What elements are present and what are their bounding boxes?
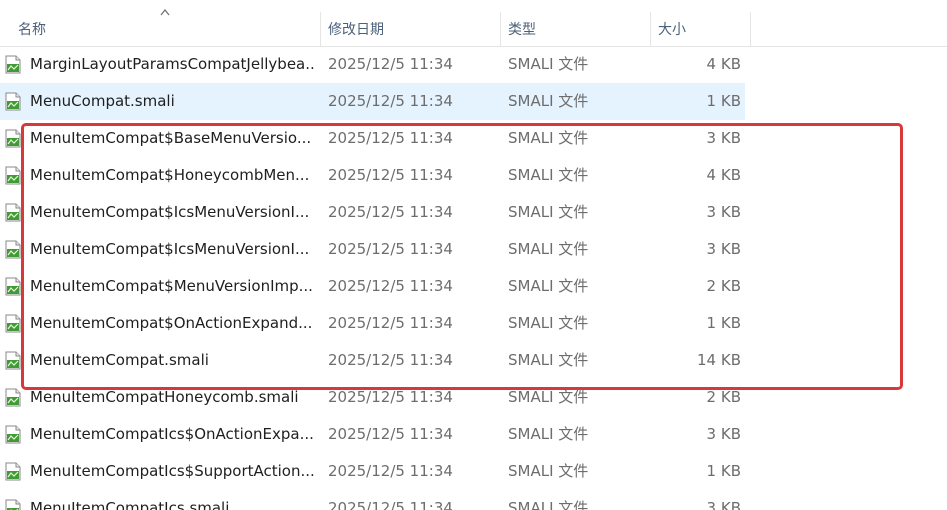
file-row[interactable]: MenuItemCompatIcs.smali 2025/12/5 11:34 … (0, 490, 745, 510)
column-divider[interactable] (750, 12, 751, 46)
column-divider[interactable] (320, 12, 321, 46)
file-name: MenuItemCompat$MenuVersionImp... (30, 277, 313, 295)
file-size: 3 KB (706, 240, 741, 258)
file-name: MenuItemCompat$OnActionExpand... (30, 314, 313, 332)
file-modified-date: 2025/12/5 11:34 (328, 425, 453, 443)
file-size: 4 KB (706, 55, 741, 73)
file-type: SMALI 文件 (508, 388, 589, 406)
smali-file-icon (5, 425, 21, 444)
smali-file-icon (5, 129, 21, 148)
file-modified-date: 2025/12/5 11:34 (328, 240, 453, 258)
file-type: SMALI 文件 (508, 462, 589, 480)
file-row[interactable]: MenuItemCompatIcs$OnActionExpa... 2025/1… (0, 416, 745, 453)
column-divider[interactable] (500, 12, 501, 46)
file-name: MenuItemCompat$IcsMenuVersionI... (30, 203, 310, 221)
file-row[interactable]: MenuCompat.smali 2025/12/5 11:34 SMALI 文… (0, 83, 745, 120)
smali-file-icon (5, 462, 21, 481)
file-modified-date: 2025/12/5 11:34 (328, 499, 453, 510)
file-name: MenuItemCompatIcs$OnActionExpa... (30, 425, 314, 443)
smali-file-icon (5, 92, 21, 111)
file-type: SMALI 文件 (508, 499, 589, 510)
smali-file-icon (5, 203, 21, 222)
file-type: SMALI 文件 (508, 277, 589, 295)
file-type: SMALI 文件 (508, 425, 589, 443)
file-row[interactable]: MenuItemCompat$OnActionExpand... 2025/12… (0, 305, 745, 342)
file-list: MarginLayoutParamsCompatJellybea... 2025… (0, 46, 947, 510)
file-type: SMALI 文件 (508, 166, 589, 184)
file-modified-date: 2025/12/5 11:34 (328, 277, 453, 295)
column-header-name[interactable]: 名称 (18, 18, 318, 42)
column-header-date[interactable]: 修改日期 (328, 18, 498, 42)
file-name: MenuItemCompat$HoneycombMen... (30, 166, 310, 184)
file-modified-date: 2025/12/5 11:34 (328, 314, 453, 332)
file-row[interactable]: MenuItemCompat$MenuVersionImp... 2025/12… (0, 268, 745, 305)
file-name: MenuItemCompat.smali (30, 351, 209, 369)
smali-file-icon (5, 166, 21, 185)
file-name: MenuItemCompatIcs.smali (30, 499, 230, 510)
file-row[interactable]: MenuItemCompat$BaseMenuVersio... 2025/12… (0, 120, 745, 157)
file-size: 3 KB (706, 499, 741, 510)
file-type: SMALI 文件 (508, 314, 589, 332)
file-size: 4 KB (706, 166, 741, 184)
column-header-bar: 名称 修改日期 类型 大小 (0, 0, 947, 47)
file-modified-date: 2025/12/5 11:34 (328, 129, 453, 147)
file-row[interactable]: MenuItemCompat$HoneycombMen... 2025/12/5… (0, 157, 745, 194)
file-size: 2 KB (706, 277, 741, 295)
file-name: MenuItemCompat$IcsMenuVersionI... (30, 240, 310, 258)
file-row[interactable]: MenuItemCompatIcs$SupportAction... 2025/… (0, 453, 745, 490)
file-size: 14 KB (697, 351, 741, 369)
file-size: 1 KB (706, 462, 741, 480)
file-row[interactable]: MenuItemCompat.smali 2025/12/5 11:34 SMA… (0, 342, 745, 379)
file-name: MenuItemCompatHoneycomb.smali (30, 388, 299, 406)
file-type: SMALI 文件 (508, 240, 589, 258)
file-modified-date: 2025/12/5 11:34 (328, 92, 453, 110)
file-row[interactable]: MenuItemCompatHoneycomb.smali 2025/12/5 … (0, 379, 745, 416)
file-modified-date: 2025/12/5 11:34 (328, 351, 453, 369)
smali-file-icon (5, 314, 21, 333)
smali-file-icon (5, 240, 21, 259)
file-type: SMALI 文件 (508, 129, 589, 147)
file-modified-date: 2025/12/5 11:34 (328, 203, 453, 221)
file-type: SMALI 文件 (508, 92, 589, 110)
file-modified-date: 2025/12/5 11:34 (328, 462, 453, 480)
smali-file-icon (5, 351, 21, 370)
smali-file-icon (5, 499, 21, 510)
file-explorer-view: 名称 修改日期 类型 大小 MarginLayoutParamsCompatJe… (0, 0, 947, 510)
file-name: MarginLayoutParamsCompatJellybea... (30, 55, 315, 73)
file-size: 3 KB (706, 425, 741, 443)
file-type: SMALI 文件 (508, 351, 589, 369)
file-name: MenuCompat.smali (30, 92, 175, 110)
file-modified-date: 2025/12/5 11:34 (328, 388, 453, 406)
file-size: 3 KB (706, 129, 741, 147)
file-row[interactable]: MenuItemCompat$IcsMenuVersionI... 2025/1… (0, 231, 745, 268)
file-size: 3 KB (706, 203, 741, 221)
column-divider[interactable] (650, 12, 651, 46)
file-row[interactable]: MenuItemCompat$IcsMenuVersionI... 2025/1… (0, 194, 745, 231)
file-type: SMALI 文件 (508, 203, 589, 221)
file-modified-date: 2025/12/5 11:34 (328, 166, 453, 184)
file-type: SMALI 文件 (508, 55, 589, 73)
sort-up-icon[interactable] (160, 8, 170, 16)
smali-file-icon (5, 388, 21, 407)
smali-file-icon (5, 55, 21, 74)
file-name: MenuItemCompatIcs$SupportAction... (30, 462, 315, 480)
smali-file-icon (5, 277, 21, 296)
file-modified-date: 2025/12/5 11:34 (328, 55, 453, 73)
file-size: 1 KB (706, 314, 741, 332)
file-size: 2 KB (706, 388, 741, 406)
column-header-type[interactable]: 类型 (508, 18, 648, 42)
column-header-size[interactable]: 大小 (658, 18, 748, 42)
file-row[interactable]: MarginLayoutParamsCompatJellybea... 2025… (0, 46, 745, 83)
file-size: 1 KB (706, 92, 741, 110)
file-name: MenuItemCompat$BaseMenuVersio... (30, 129, 312, 147)
